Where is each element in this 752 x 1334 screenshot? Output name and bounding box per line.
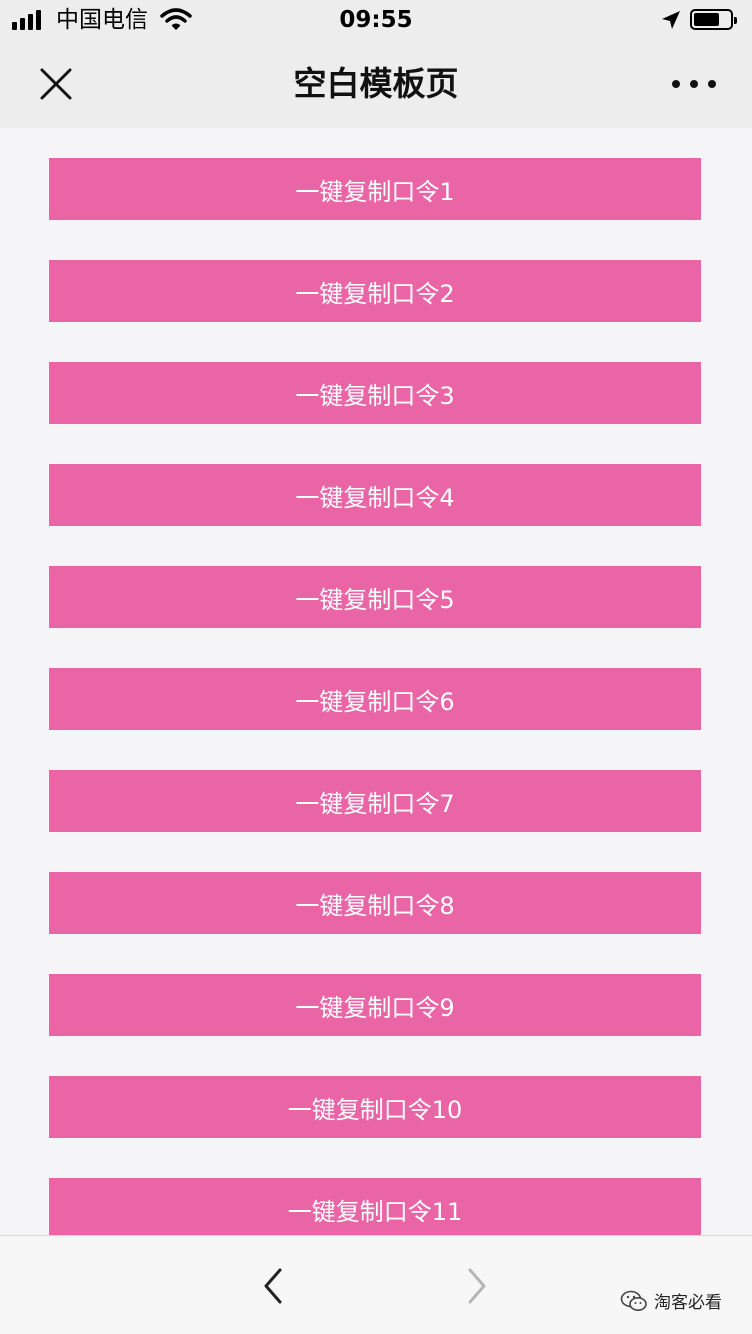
copy-command-button-5[interactable]: 一键复制口令5 [49, 566, 701, 628]
copy-command-button-10[interactable]: 一键复制口令10 [49, 1076, 701, 1138]
battery-icon [690, 9, 737, 30]
page-content: 一键复制口令1 一键复制口令2 一键复制口令3 一键复制口令4 一键复制口令5 一键复制口… [0, 128, 752, 1235]
copy-command-button-7[interactable]: 一键复制口令7 [49, 770, 701, 832]
wechat-icon [620, 1290, 647, 1311]
battery-cap [734, 17, 737, 24]
status-time: 09:55 [339, 7, 413, 33]
copy-button-list: 一键复制口令1 一键复制口令2 一键复制口令3 一键复制口令4 一键复制口令5 一键复制口… [0, 128, 752, 1235]
location-arrow-icon [662, 11, 680, 29]
more-dot [708, 80, 716, 88]
bottom-toolbar: 淘客必看 [0, 1235, 752, 1334]
watermark: 淘客必看 [620, 1288, 722, 1313]
more-icon[interactable] [672, 78, 716, 90]
copy-command-button-1[interactable]: 一键复制口令1 [49, 158, 701, 220]
more-dot [672, 80, 680, 88]
forward-icon[interactable] [460, 1266, 492, 1306]
back-icon[interactable] [258, 1266, 290, 1306]
copy-command-button-11[interactable]: 一键复制口令11 [49, 1178, 701, 1235]
copy-command-button-2[interactable]: 一键复制口令2 [49, 260, 701, 322]
copy-command-button-6[interactable]: 一键复制口令6 [49, 668, 701, 730]
page-title: 空白模板页 [293, 64, 459, 103]
watermark-text: 淘客必看 [654, 1293, 722, 1313]
copy-command-button-8[interactable]: 一键复制口令8 [49, 872, 701, 934]
more-dot [690, 80, 698, 88]
battery-level [694, 13, 719, 26]
status-bar: 中国电信 09:55 [0, 0, 752, 40]
copy-command-button-4[interactable]: 一键复制口令4 [49, 464, 701, 526]
nav-bar: 空白模板页 [0, 40, 752, 128]
screen: 中国电信 09:55 空白模板页 一键复制口令1 一键复制口令2 一键复制口令3 一键… [0, 0, 752, 1334]
copy-command-button-3[interactable]: 一键复制口令3 [49, 362, 701, 424]
copy-command-button-9[interactable]: 一键复制口令9 [49, 974, 701, 1036]
